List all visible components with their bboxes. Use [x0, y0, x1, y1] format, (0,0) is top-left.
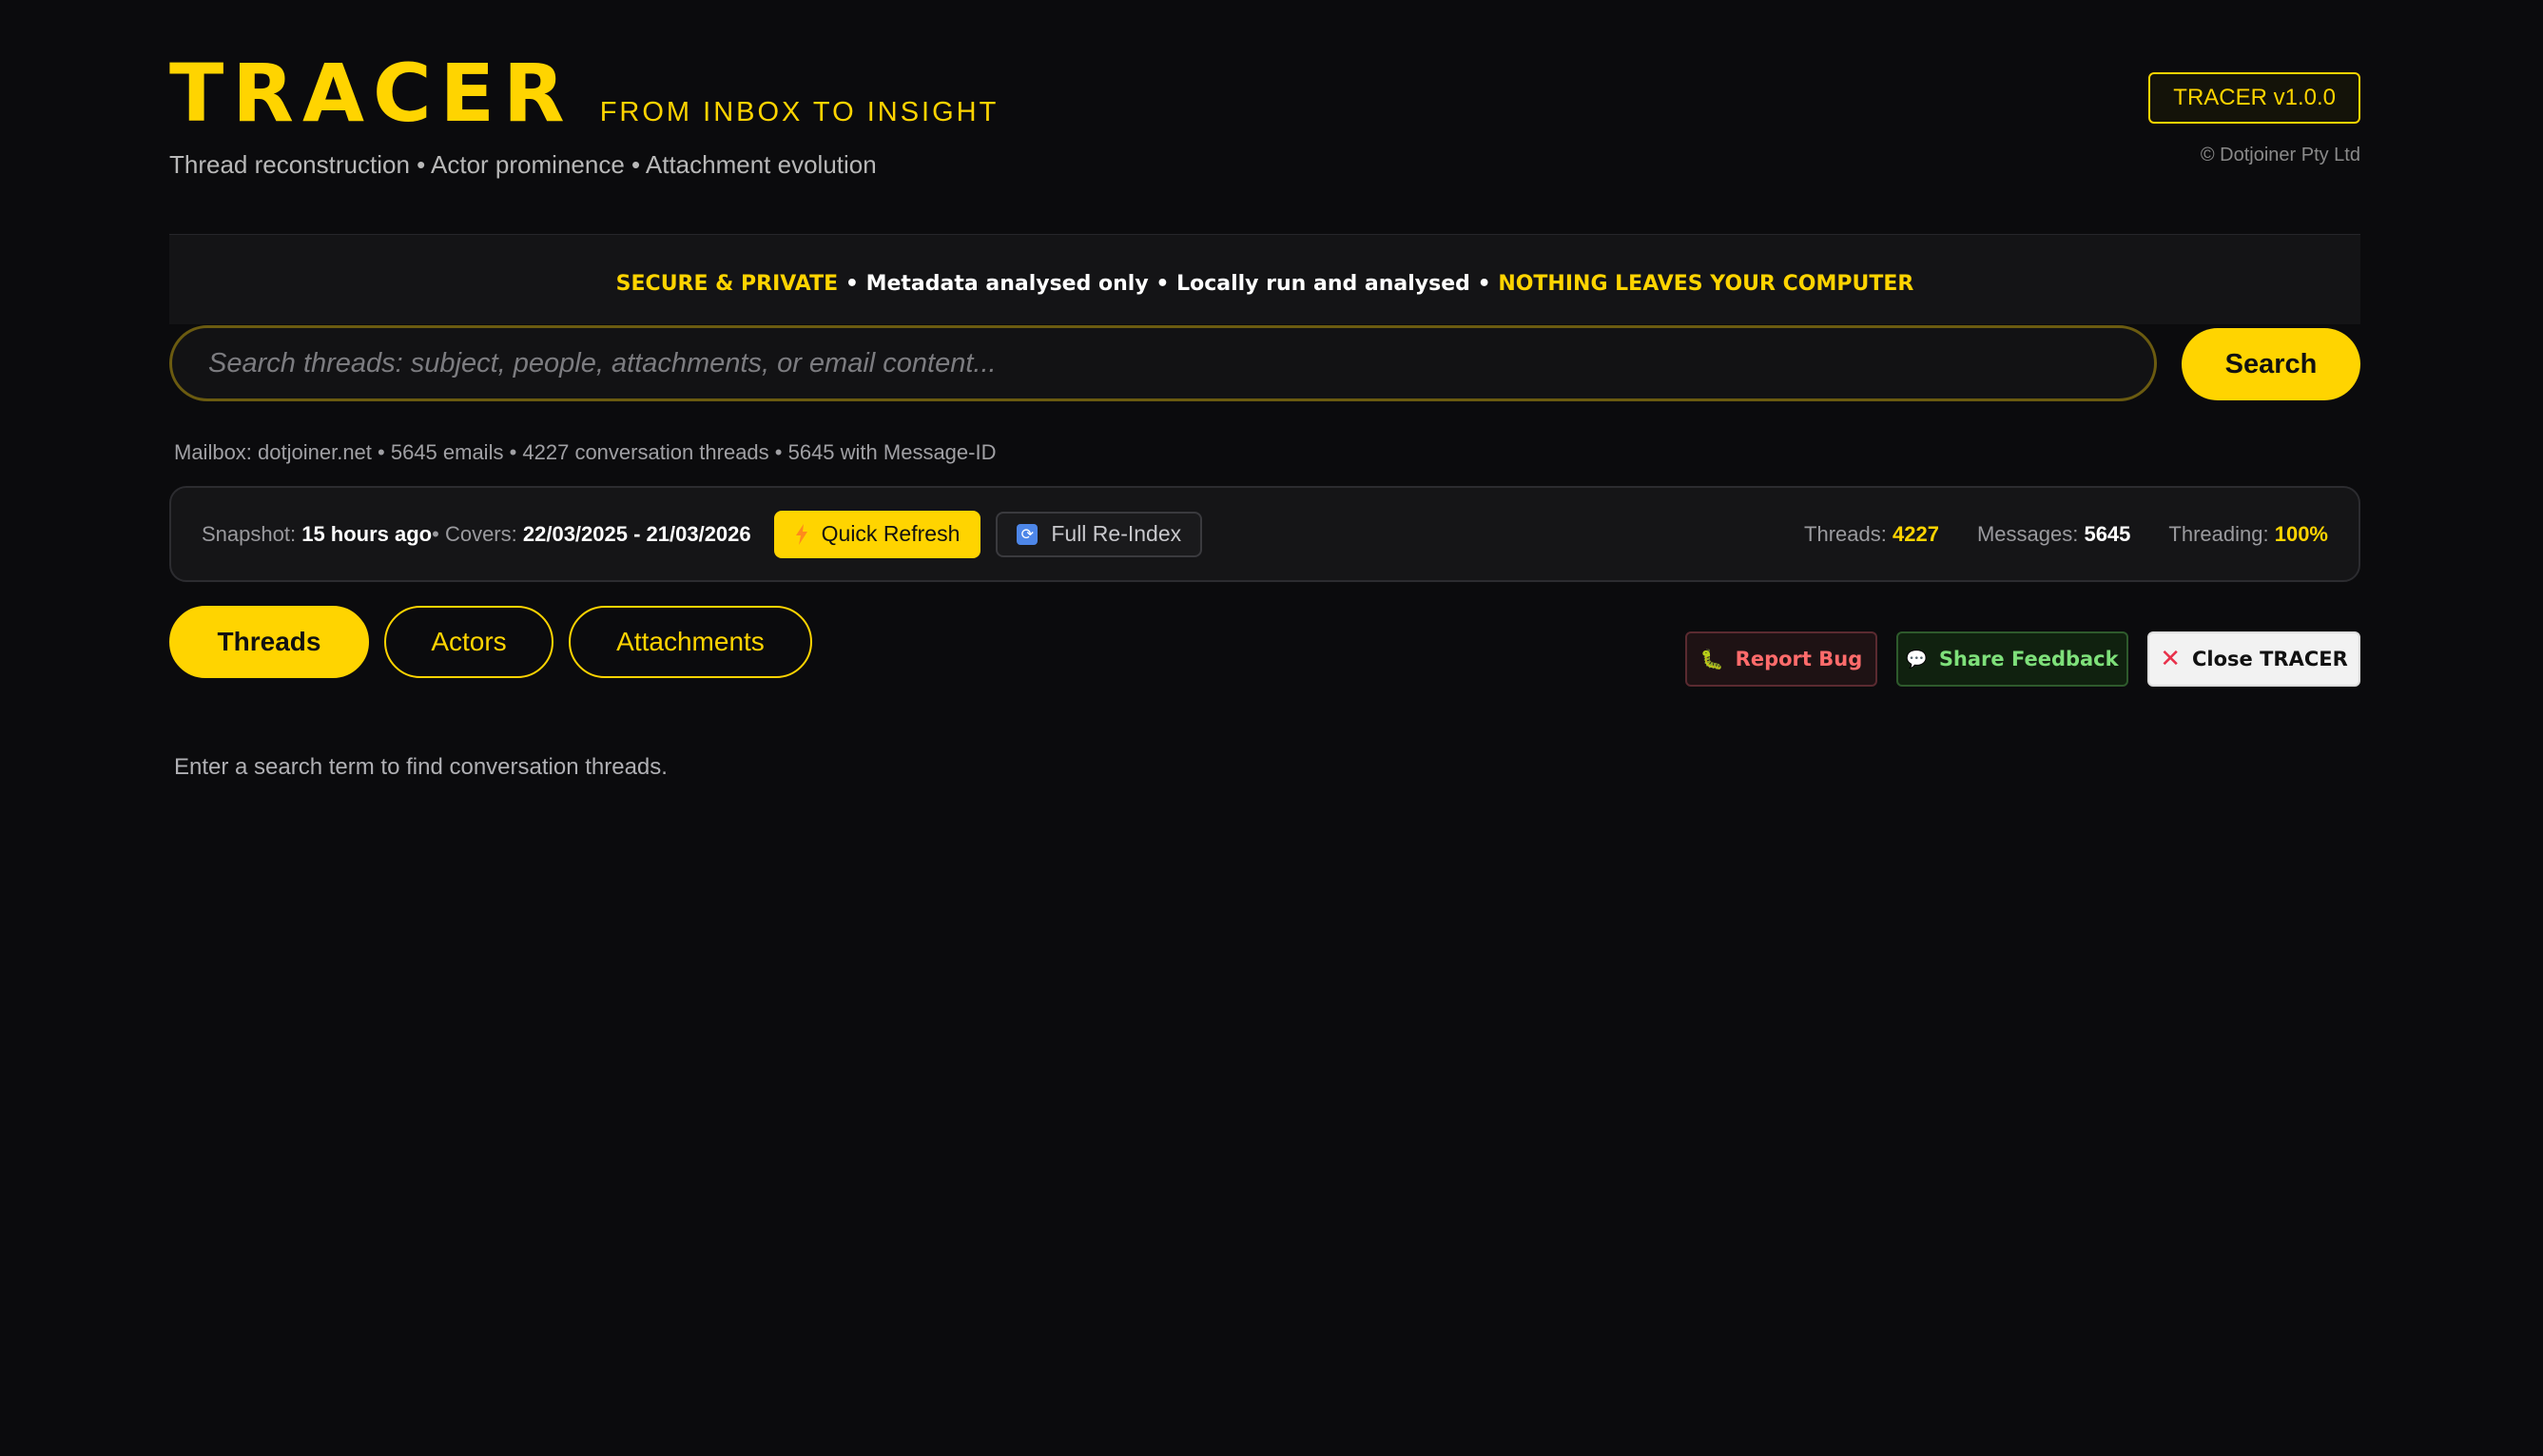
- threads-stat-label: Threads:: [1804, 521, 1887, 546]
- quick-refresh-button[interactable]: Quick Refresh: [773, 510, 981, 558]
- view-tabs: Threads Actors Attachments: [169, 606, 827, 678]
- full-reindex-button[interactable]: ⟳ Full Re-Index: [996, 511, 1203, 557]
- search-button[interactable]: Search: [2182, 328, 2360, 400]
- close-tracer-label: Close TRACER: [2192, 648, 2348, 670]
- privacy-separator: •: [1148, 272, 1177, 296]
- snapshot-label: Snapshot:: [202, 521, 297, 546]
- threading-stat-label: Threading:: [2168, 521, 2269, 546]
- privacy-separator: •: [1469, 272, 1499, 296]
- speech-bubble-icon: 💬: [1906, 649, 1928, 670]
- privacy-nothing-leaves-label: NOTHING LEAVES YOUR COMPUTER: [1498, 272, 1914, 296]
- search-input[interactable]: [169, 325, 2157, 401]
- privacy-local-label: Locally run and analysed: [1176, 272, 1470, 296]
- app-subtitle: Thread reconstruction • Actor prominence…: [169, 150, 877, 179]
- threading-stat-value: 100%: [2274, 521, 2328, 546]
- app-tagline: FROM INBOX TO INSIGHT: [599, 97, 1000, 127]
- report-bug-button[interactable]: 🐛 Report Bug: [1685, 631, 1877, 687]
- brand: TRACER FROM INBOX TO INSIGHT: [169, 53, 999, 133]
- tab-attachments[interactable]: Attachments: [569, 606, 812, 678]
- index-status-bar: Snapshot: 15 hours ago • Covers: 22/03/2…: [169, 486, 2360, 582]
- copyright: © Dotjoiner Pty Ltd: [2200, 145, 2360, 165]
- tab-threads[interactable]: Threads: [169, 606, 369, 678]
- close-tracer-button[interactable]: ✕ Close TRACER: [2147, 631, 2360, 687]
- version-badge: TRACER v1.0.0: [2148, 72, 2360, 124]
- privacy-metadata-label: Metadata analysed only: [865, 272, 1149, 296]
- messages-stat-value: 5645: [2084, 521, 2131, 546]
- full-reindex-label: Full Re-Index: [1051, 521, 1182, 546]
- refresh-icon: ⟳: [1017, 523, 1039, 545]
- privacy-banner: SECURE & PRIVATE • Metadata analysed onl…: [169, 234, 2360, 324]
- action-buttons: 🐛 Report Bug 💬 Share Feedback ✕ Close TR…: [1666, 631, 2360, 687]
- bug-icon: 🐛: [1699, 648, 1724, 670]
- snapshot-info: Snapshot: 15 hours ago • Covers: 22/03/2…: [202, 488, 1203, 580]
- report-bug-label: Report Bug: [1735, 648, 1863, 670]
- lightning-bolt-icon: [795, 523, 807, 545]
- close-x-icon: ✕: [2160, 645, 2182, 673]
- covers-value: 22/03/2025 - 21/03/2026: [522, 521, 751, 546]
- index-stats: Threads: 4227 Messages: 5645 Threading: …: [1766, 488, 2328, 580]
- messages-stat: Messages: 5645: [1977, 522, 2130, 547]
- covers-label: • Covers:: [432, 521, 517, 546]
- mailbox-info: Mailbox: dotjoiner.net • 5645 emails • 4…: [174, 440, 997, 464]
- snapshot-value: 15 hours ago: [301, 521, 433, 546]
- empty-state-message: Enter a search term to find conversation…: [174, 754, 668, 780]
- quick-refresh-label: Quick Refresh: [821, 521, 961, 546]
- app-title: TRACER: [169, 47, 573, 140]
- tracer-app: TRACER FROM INBOX TO INSIGHT Thread reco…: [0, 0, 2543, 1456]
- threads-stat: Threads: 4227: [1804, 522, 1939, 547]
- privacy-secure-label: SECURE & PRIVATE: [615, 272, 839, 296]
- share-feedback-label: Share Feedback: [1938, 648, 2119, 670]
- share-feedback-button[interactable]: 💬 Share Feedback: [1896, 631, 2128, 687]
- messages-stat-label: Messages:: [1976, 521, 2079, 546]
- tab-actors[interactable]: Actors: [384, 606, 553, 678]
- privacy-separator: •: [838, 272, 866, 296]
- threading-stat: Threading: 100%: [2168, 522, 2328, 547]
- threads-stat-value: 4227: [1892, 521, 1939, 546]
